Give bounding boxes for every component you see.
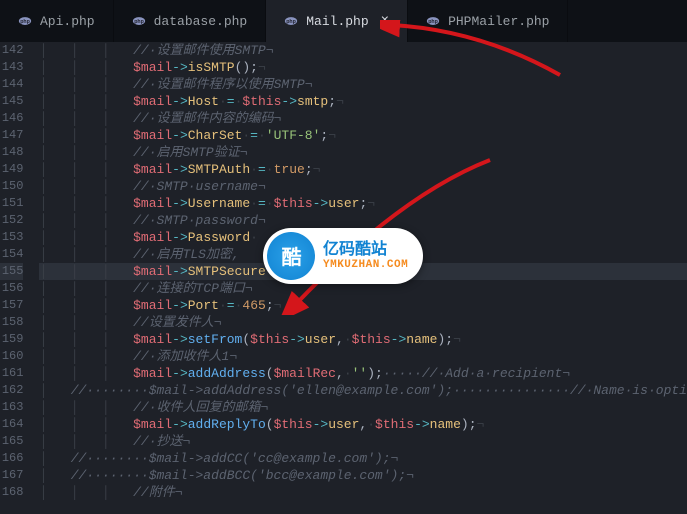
- tab-label: Api.php: [40, 14, 95, 29]
- line-number: 160: [0, 348, 23, 365]
- line-number: 145: [0, 93, 23, 110]
- watermark-title: 亿码酷站: [323, 241, 408, 259]
- line-number: 147: [0, 127, 23, 144]
- watermark-logo: 酷 亿码酷站 YMKUZHAN.COM: [263, 228, 423, 284]
- line-number: 143: [0, 59, 23, 76]
- code-line[interactable]: │ │ │ $mail->Port·=·465;¬: [39, 297, 687, 314]
- line-number: 144: [0, 76, 23, 93]
- line-number: 157: [0, 297, 23, 314]
- php-file-icon: php: [284, 14, 298, 28]
- line-number: 142: [0, 42, 23, 59]
- line-number: 155: [0, 263, 23, 280]
- tab-bar: phpApi.phpphpdatabase.phpphpMail.php×php…: [0, 0, 687, 42]
- code-line[interactable]: │ │ │ $mail->SMTPAuth·=·true;¬: [39, 161, 687, 178]
- line-number: 151: [0, 195, 23, 212]
- code-line[interactable]: │ │ │ //·设置邮件程序以使用SMTP¬: [39, 76, 687, 93]
- code-line[interactable]: │ │ │ $mail->addReplyTo($this->user,·$th…: [39, 416, 687, 433]
- tab-mail-php[interactable]: php Mail.php ×: [266, 0, 408, 42]
- code-line[interactable]: │ │ │ //·设置邮件使用SMTP¬: [39, 42, 687, 59]
- line-number: 152: [0, 212, 23, 229]
- code-line[interactable]: │ │ │ //·SMTP·username¬: [39, 178, 687, 195]
- svg-text:php: php: [286, 19, 296, 25]
- line-number: 161: [0, 365, 23, 382]
- code-line[interactable]: │ │ │ //设置发件人¬: [39, 314, 687, 331]
- php-file-icon: php: [132, 14, 146, 28]
- tab-label: database.php: [154, 14, 248, 29]
- svg-text:php: php: [20, 19, 30, 25]
- php-file-icon: php: [426, 14, 440, 28]
- close-icon[interactable]: ×: [377, 14, 389, 28]
- line-number: 167: [0, 467, 23, 484]
- code-line[interactable]: │ //········$mail->addBCC('bcc@example.c…: [39, 467, 687, 484]
- line-number: 153: [0, 229, 23, 246]
- line-number: 156: [0, 280, 23, 297]
- line-number: 164: [0, 416, 23, 433]
- line-number: 168: [0, 484, 23, 501]
- line-number: 166: [0, 450, 23, 467]
- code-line[interactable]: │ │ │ $mail->CharSet·=·'UTF-8';¬: [39, 127, 687, 144]
- code-line[interactable]: │ │ │ //·抄送¬: [39, 433, 687, 450]
- tab-api-php[interactable]: php Api.php: [0, 0, 114, 42]
- tab-database-php[interactable]: php database.php: [114, 0, 267, 42]
- tab-label: Mail.php: [306, 14, 368, 29]
- tab-phpmailer-php[interactable]: php PHPMailer.php: [408, 0, 568, 42]
- code-line[interactable]: │ │ │ //·添加收件人1¬: [39, 348, 687, 365]
- line-number: 163: [0, 399, 23, 416]
- code-line[interactable]: │ //········$mail->addCC('cc@example.com…: [39, 450, 687, 467]
- code-line[interactable]: │ │ │ //·收件人回复的邮箱¬: [39, 399, 687, 416]
- line-number: 148: [0, 144, 23, 161]
- code-line[interactable]: │ │ │ //·SMTP·password¬: [39, 212, 687, 229]
- line-number: 149: [0, 161, 23, 178]
- code-line[interactable]: │ │ │ //·设置邮件内容的编码¬: [39, 110, 687, 127]
- code-line[interactable]: │ │ │ //附件¬: [39, 484, 687, 501]
- line-number: 165: [0, 433, 23, 450]
- watermark-url: YMKUZHAN.COM: [323, 259, 408, 271]
- code-line[interactable]: │ │ │ $mail->addAddress($mailRec,·'');··…: [39, 365, 687, 382]
- code-line[interactable]: │ │ │ $mail->Host·=·$this->smtp;¬: [39, 93, 687, 110]
- code-line[interactable]: │ │ │ //·启用SMTP验证¬: [39, 144, 687, 161]
- watermark-badge: 酷: [267, 232, 315, 280]
- line-number: 146: [0, 110, 23, 127]
- line-number: 158: [0, 314, 23, 331]
- line-number: 159: [0, 331, 23, 348]
- svg-text:php: php: [134, 19, 144, 25]
- code-line[interactable]: │ │ │ $mail->isSMTP();¬: [39, 59, 687, 76]
- php-file-icon: php: [18, 14, 32, 28]
- gutter: 1421431441451461471481491501511521531541…: [0, 42, 31, 514]
- svg-text:php: php: [428, 19, 438, 25]
- line-number: 150: [0, 178, 23, 195]
- code-line[interactable]: │ │ │ $mail->Username·=·$this->user;¬: [39, 195, 687, 212]
- line-number: 162: [0, 382, 23, 399]
- code-line[interactable]: │ │ │ $mail->setFrom($this->user,·$this-…: [39, 331, 687, 348]
- code-line[interactable]: │ //········$mail->addAddress('ellen@exa…: [39, 382, 687, 399]
- line-number: 154: [0, 246, 23, 263]
- tab-label: PHPMailer.php: [448, 14, 549, 29]
